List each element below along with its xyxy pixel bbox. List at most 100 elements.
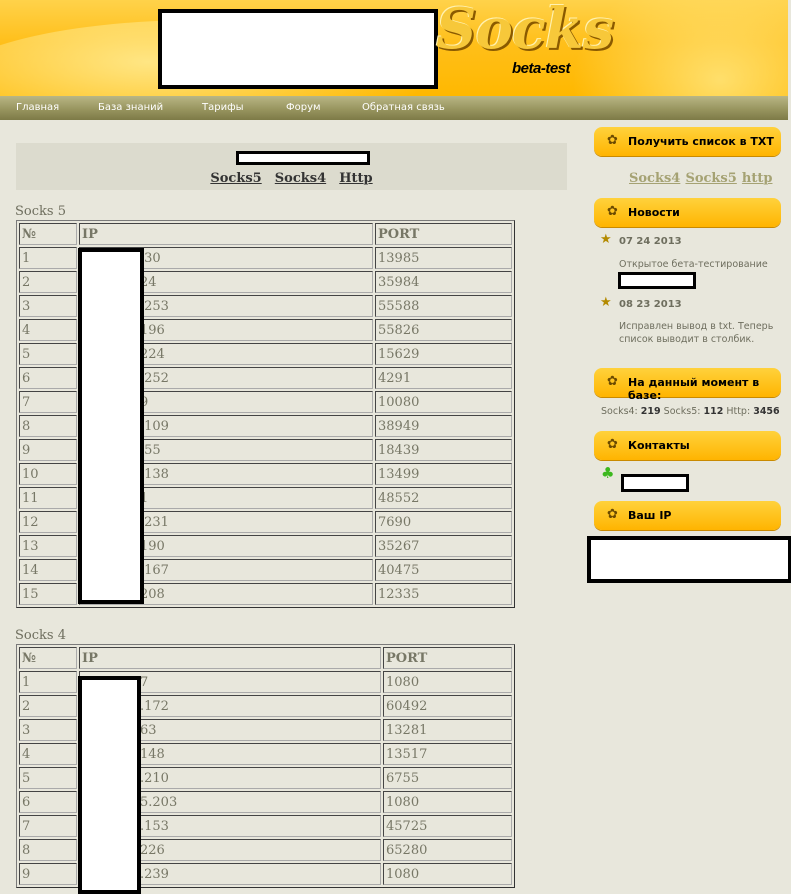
row-number: 4 <box>19 319 77 341</box>
row-number: 5 <box>19 343 77 365</box>
column-header-port: PORT <box>375 223 512 245</box>
row-port: 35267 <box>375 535 512 557</box>
flower-icon: ✿ <box>607 374 618 389</box>
row-port: 60492 <box>383 695 512 717</box>
row-number: 2 <box>19 271 77 293</box>
row-number: 6 <box>19 367 77 389</box>
txt-link-http[interactable]: http <box>742 171 773 186</box>
row-number: 14 <box>19 559 77 581</box>
nav-item-home[interactable]: Главная <box>16 102 59 113</box>
row-port: 15629 <box>375 343 512 365</box>
star-icon: ★ <box>600 295 612 310</box>
redacted-ip-column <box>78 676 141 894</box>
row-port: 13499 <box>375 463 512 485</box>
row-number: 11 <box>19 487 77 509</box>
sidebar-heading: Ваш IP <box>628 509 672 522</box>
txt-link-socks5[interactable]: Socks5 <box>685 171 736 186</box>
row-number: 9 <box>19 439 77 461</box>
table-header-row: № IP PORT <box>19 223 512 245</box>
row-number: 6 <box>19 791 77 813</box>
row-port: 6755 <box>383 767 512 789</box>
row-number: 7 <box>19 815 77 837</box>
row-number: 3 <box>19 719 77 741</box>
sidebar-txt-header: ✿ Получить список в TXT <box>594 127 781 156</box>
txt-download-links: Socks4 Socks5 http <box>629 167 772 186</box>
redacted-news-text <box>618 272 696 289</box>
row-number: 4 <box>19 743 77 765</box>
row-port: 1080 <box>383 671 512 693</box>
row-port: 55588 <box>375 295 512 317</box>
redacted-logo-area <box>158 9 438 89</box>
filter-link-socks5[interactable]: Socks5 <box>210 171 261 186</box>
flower-icon: ✿ <box>607 507 618 522</box>
txt-link-socks4[interactable]: Socks4 <box>629 171 680 186</box>
filter-links: Socks5 Socks4 Http <box>16 167 567 186</box>
row-port: 7690 <box>375 511 512 533</box>
redacted-your-ip <box>587 536 791 583</box>
sidebar-your-ip-header: ✿ Ваш IP <box>594 501 781 530</box>
column-header-port: PORT <box>383 647 512 669</box>
column-header-ip: IP <box>79 223 373 245</box>
row-number: 1 <box>19 671 77 693</box>
sidebar-contacts-header: ✿ Контакты <box>594 431 781 460</box>
row-number: 8 <box>19 415 77 437</box>
filter-link-socks4[interactable]: Socks4 <box>275 171 326 186</box>
star-icon: ★ <box>600 232 612 247</box>
logo-subtext: beta-test <box>512 60 571 77</box>
site-logo[interactable]: Socks beta-test <box>436 0 616 80</box>
row-port: 13281 <box>383 719 512 741</box>
row-number: 15 <box>19 583 77 605</box>
row-port: 45725 <box>383 815 512 837</box>
socks4-section-title: Socks 4 <box>15 628 66 643</box>
row-port: 13985 <box>375 247 512 269</box>
proxy-type-filter: Socks5 Socks4 Http <box>16 143 567 190</box>
redacted-ip-column <box>78 248 144 604</box>
row-number: 3 <box>19 295 77 317</box>
row-port: 1080 <box>383 791 512 813</box>
stat-label: Socks4: <box>601 406 638 417</box>
logo-text: Socks <box>436 0 614 62</box>
row-number: 2 <box>19 695 77 717</box>
row-port: 13517 <box>383 743 512 765</box>
sidebar-heading: Контакты <box>628 439 690 452</box>
flower-icon: ✿ <box>607 204 618 219</box>
sidebar-news-header: ✿ Новости <box>594 198 781 227</box>
row-number: 13 <box>19 535 77 557</box>
row-port: 35984 <box>375 271 512 293</box>
database-stats: Socks4: 219 Socks5: 112 Http: 3456 <box>601 406 780 417</box>
news-date: 07 24 2013 <box>619 236 682 247</box>
row-port: 4291 <box>375 367 512 389</box>
row-port: 1080 <box>383 863 512 885</box>
socks5-section-title: Socks 5 <box>15 204 66 219</box>
row-number: 8 <box>19 839 77 861</box>
row-number: 1 <box>19 247 77 269</box>
nav-item-pricing[interactable]: Тарифы <box>202 102 244 113</box>
table-header-row: № IP PORT <box>19 647 512 669</box>
stat-socks4-count: 219 <box>640 406 661 417</box>
row-number: 7 <box>19 391 77 413</box>
row-number: 10 <box>19 463 77 485</box>
redacted-contact <box>621 474 689 492</box>
column-header-number: № <box>19 647 77 669</box>
row-port: 48552 <box>375 487 512 509</box>
flower-icon: ✿ <box>607 437 618 452</box>
row-number: 9 <box>19 863 77 885</box>
row-port: 55826 <box>375 319 512 341</box>
row-port: 65280 <box>383 839 512 861</box>
row-port: 18439 <box>375 439 512 461</box>
stat-label: Http: <box>726 406 751 417</box>
column-header-number: № <box>19 223 77 245</box>
stat-http-count: 3456 <box>753 406 780 417</box>
column-header-ip: IP <box>79 647 381 669</box>
filter-link-http[interactable]: Http <box>339 171 372 186</box>
row-port: 38949 <box>375 415 512 437</box>
nav-item-feedback[interactable]: Обратная связь <box>362 102 445 113</box>
row-port: 12335 <box>375 583 512 605</box>
row-port: 10080 <box>375 391 512 413</box>
redacted-heading <box>236 151 370 165</box>
stat-label: Socks5: <box>663 406 701 417</box>
news-text: Исправлен вывод в txt. Теперь список выв… <box>619 321 774 345</box>
nav-item-knowledge-base[interactable]: База знаний <box>98 102 163 113</box>
flower-icon: ✿ <box>607 133 618 148</box>
nav-item-forum[interactable]: Форум <box>286 102 321 113</box>
